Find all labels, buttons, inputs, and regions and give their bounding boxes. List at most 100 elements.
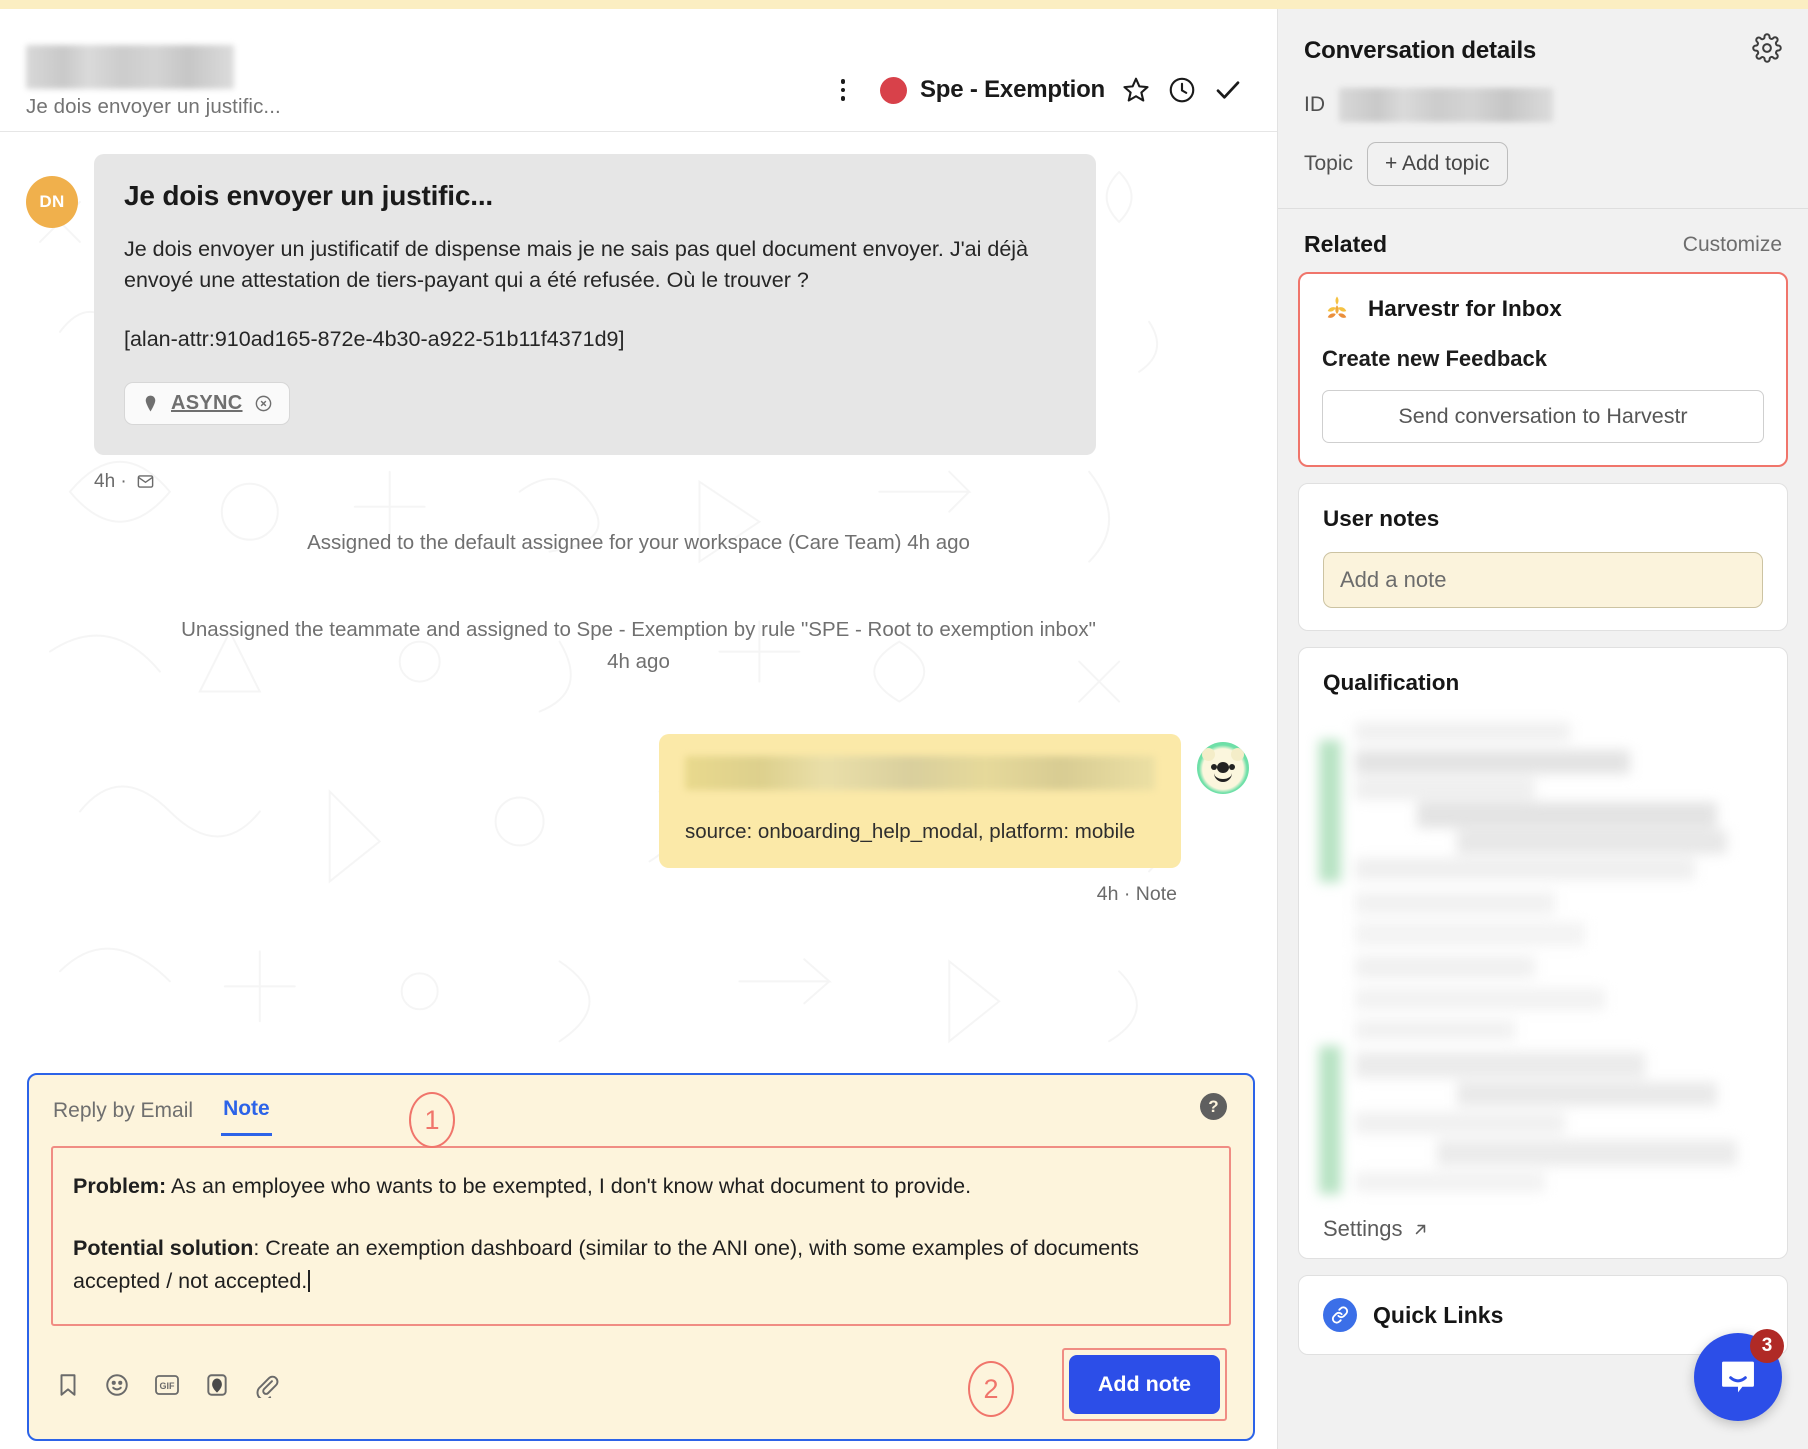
teammate-avatar <box>1197 741 1249 794</box>
user-notes-title: User notes <box>1323 506 1440 531</box>
more-options-button[interactable] <box>820 67 866 113</box>
quick-links-title: Quick Links <box>1373 1301 1504 1328</box>
messenger-icon <box>1722 1361 1754 1393</box>
close-conversation-button[interactable] <box>1205 67 1251 113</box>
conversation-id-row: ID <box>1304 88 1782 122</box>
add-note-button[interactable]: Add note <box>1068 1355 1220 1414</box>
composer-toolbar: GIF <box>55 1372 279 1398</box>
conversation-pane: Je dois envoyer un justific... Spe - Exe… <box>0 0 1278 1449</box>
system-event: Assigned to the default assignee for you… <box>307 530 970 554</box>
tag-icon <box>145 395 156 411</box>
message-body: Je dois envoyer un justificatif de dispe… <box>124 234 1066 356</box>
message-paragraph-2: [alan-attr:910ad165-872e-4b30-a922-51b11… <box>124 327 625 352</box>
note-bubble: source: onboarding_help_modal, platform:… <box>659 733 1181 868</box>
email-channel-icon <box>137 475 154 488</box>
qualification-title: Qualification <box>1323 670 1460 695</box>
conversation-subject-preview: Je dois envoyer un justific... <box>26 95 281 118</box>
annotation-step-2: 2 <box>968 1361 1014 1417</box>
tab-reply-by-email[interactable]: Reply by Email <box>51 1095 195 1135</box>
conversation-details-section: Conversation details ID Topic + Add topi… <box>1278 9 1808 209</box>
redacted-contact-name <box>26 45 234 89</box>
redacted-note-text <box>685 755 1155 790</box>
assignee-status-dot <box>879 76 907 104</box>
tab-note[interactable]: Note <box>221 1093 272 1136</box>
id-label: ID <box>1304 93 1325 116</box>
composer-tabs: Reply by Email Note ? <box>51 1093 1231 1136</box>
app-root: Je dois envoyer un justific... Spe - Exe… <box>0 0 1808 1449</box>
qualification-card: Qualification Settings <box>1298 647 1788 1259</box>
saved-replies-icon[interactable] <box>55 1372 81 1398</box>
qualification-settings-link[interactable]: Settings <box>1323 1216 1430 1242</box>
composer-footer: GIF Add note <box>51 1348 1231 1425</box>
user-notes-card: User notes <box>1298 483 1788 631</box>
clock-snooze-icon <box>1169 77 1195 103</box>
related-header: Related Customize <box>1278 209 1808 272</box>
message-bubble: Je dois envoyer un justific... Je dois e… <box>94 154 1096 455</box>
snooze-button[interactable] <box>1159 67 1205 113</box>
harvestr-app-name: Harvestr for Inbox <box>1368 296 1562 321</box>
annotation-step-1: 1 <box>409 1092 455 1148</box>
qualification-settings-label: Settings <box>1323 1216 1403 1241</box>
svg-text:GIF: GIF <box>160 1381 176 1391</box>
conversation-header: Je dois envoyer un justific... Spe - Exe… <box>0 0 1277 132</box>
messenger-launcher-button[interactable]: 3 <box>1694 1329 1784 1421</box>
emoji-icon[interactable] <box>104 1372 130 1398</box>
topic-label: Topic <box>1304 152 1354 175</box>
note-input[interactable]: Problem: As an employee who wants to be … <box>51 1146 1231 1326</box>
conversation-details-header: Conversation details <box>1304 33 1782 68</box>
note-line-1-label: Problem: <box>73 1174 167 1198</box>
gear-icon <box>1752 33 1782 63</box>
user-note-input[interactable] <box>1323 552 1763 608</box>
star-button[interactable] <box>1113 67 1159 113</box>
settings-gear-button[interactable] <box>1752 33 1782 68</box>
more-options-icon <box>840 79 846 101</box>
image-icon[interactable] <box>204 1372 230 1398</box>
redacted-qualification-content <box>1317 716 1769 1202</box>
help-icon[interactable]: ? <box>1200 1093 1227 1120</box>
harvestr-section-label: Create new Feedback <box>1322 346 1547 371</box>
related-title: Related <box>1304 231 1388 257</box>
conversation-header-actions: Spe - Exemption <box>820 67 1251 119</box>
note-line-1: Problem: As an employee who wants to be … <box>73 1170 1209 1202</box>
add-topic-button[interactable]: + Add topic <box>1367 142 1508 186</box>
harvestr-wheat-icon <box>1327 296 1347 318</box>
text-caret <box>308 1269 310 1292</box>
composer: Reply by Email Note ? Problem: As an emp… <box>27 1073 1255 1441</box>
harvestr-header: Harvestr for Inbox <box>1322 294 1764 324</box>
conversation-details-title: Conversation details <box>1304 36 1537 64</box>
quick-links-header: Quick Links <box>1323 1298 1763 1332</box>
star-icon <box>1123 77 1149 102</box>
message-timestamp: 4h · <box>94 470 127 492</box>
message-title: Je dois envoyer un justific... <box>124 180 493 211</box>
message-meta: 4h · <box>94 471 1096 493</box>
details-sidebar: Conversation details ID Topic + Add topi… <box>1278 0 1808 1449</box>
assignee-label: Spe - Exemption <box>919 76 1105 103</box>
outgoing-note: source: onboarding_help_modal, platform:… <box>26 733 1251 906</box>
system-event: Unassigned the teammate and assigned to … <box>181 618 1096 674</box>
tag-label: ASYNC <box>171 391 243 414</box>
note-line-2: Potential solution: Create an exemption … <box>73 1232 1209 1297</box>
link-icon <box>1323 1298 1357 1332</box>
message-bubble-wrap: Je dois envoyer un justific... Je dois e… <box>94 154 1096 493</box>
gif-icon[interactable]: GIF <box>153 1372 181 1398</box>
remove-tag-icon <box>255 395 271 411</box>
note-meta: 4h · Note <box>1096 882 1177 905</box>
conversation-tag[interactable]: ASYNC <box>124 381 290 425</box>
note-source-text: source: onboarding_help_modal, platform:… <box>685 819 1136 843</box>
send-conversation-to-harvestr-button[interactable]: Send conversation to Harvestr <box>1322 390 1764 443</box>
customize-link[interactable]: Customize <box>1683 233 1782 257</box>
external-link-arrow-icon <box>1415 1224 1425 1234</box>
note-line-1-text: As an employee who wants to be exempted,… <box>166 1174 972 1198</box>
attachment-icon[interactable] <box>253 1372 279 1398</box>
assignee-chip[interactable]: Spe - Exemption <box>866 76 1113 104</box>
messenger-unread-badge: 3 <box>1750 1329 1784 1363</box>
redacted-conversation-id <box>1339 88 1553 122</box>
incoming-message: DN Je dois envoyer un justific... Je doi… <box>26 154 1251 493</box>
message-paragraph-1: Je dois envoyer un justificatif de dispe… <box>124 237 1029 293</box>
check-close-icon <box>1216 81 1240 99</box>
harvestr-app-card: Harvestr for Inbox Create new Feedback S… <box>1298 272 1788 467</box>
conversation-header-left: Je dois envoyer un justific... <box>26 45 820 119</box>
top-accent-strip <box>0 0 1808 9</box>
avatar: DN <box>26 176 78 228</box>
add-note-highlight: Add note <box>1061 1348 1227 1421</box>
